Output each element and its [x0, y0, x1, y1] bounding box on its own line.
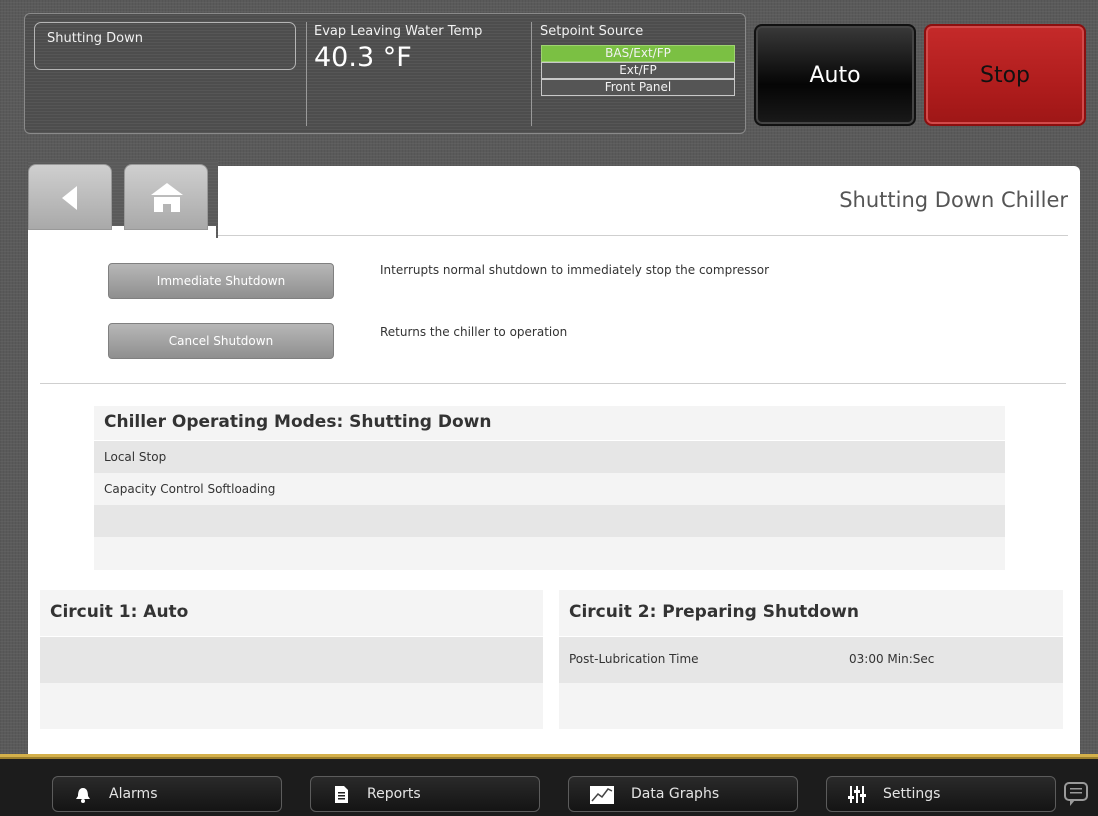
setpoint-option-ext[interactable]: Ext/FP: [541, 62, 735, 79]
sliders-icon: [848, 786, 866, 803]
immediate-shutdown-button[interactable]: Immediate Shutdown: [108, 263, 334, 299]
reports-label: Reports: [367, 786, 421, 802]
evap-temp-label: Evap Leaving Water Temp: [314, 24, 483, 39]
alarms-label: Alarms: [109, 786, 158, 802]
settings-button[interactable]: Settings: [826, 776, 1056, 812]
immediate-shutdown-description: Interrupts normal shutdown to immediatel…: [380, 263, 770, 277]
home-button[interactable]: [124, 164, 208, 230]
cancel-shutdown-button[interactable]: Cancel Shutdown: [108, 323, 334, 359]
mode-row: Capacity Control Softloading: [94, 473, 1005, 505]
setpoint-option-front-panel[interactable]: Front Panel: [541, 79, 735, 96]
settings-label: Settings: [883, 786, 941, 802]
back-arrow-icon: [62, 186, 77, 210]
mode-row: [94, 505, 1005, 537]
setpoint-option-bas[interactable]: BAS/Ext/FP: [541, 45, 735, 62]
divider: [306, 22, 307, 126]
auto-button[interactable]: Auto: [754, 24, 916, 126]
page-title: Shutting Down Chiller: [839, 188, 1068, 212]
circuit-2-header: Circuit 2: Preparing Shutdown: [559, 590, 1063, 636]
document-icon: [335, 786, 348, 803]
operating-modes-header: Chiller Operating Modes: Shutting Down: [94, 406, 1005, 440]
operating-state-box: Shutting Down: [34, 22, 296, 70]
title-divider: [218, 235, 1068, 236]
bell-icon: [76, 788, 90, 803]
alarms-button[interactable]: Alarms: [52, 776, 282, 812]
operating-state-text: Shutting Down: [47, 31, 143, 46]
circuit-2-row: Post-Lubrication Time 03:00 Min:Sec: [559, 637, 1063, 683]
post-lubrication-value: 03:00 Min:Sec: [849, 652, 935, 666]
circuit-1-header: Circuit 1: Auto: [40, 590, 543, 636]
divider: [531, 22, 532, 126]
circuit-1-row: [40, 637, 543, 683]
circuit-1-row: [40, 683, 543, 729]
cancel-shutdown-description: Returns the chiller to operation: [380, 325, 568, 339]
section-divider: [40, 383, 1066, 384]
home-icon: [151, 183, 183, 212]
back-button[interactable]: [28, 164, 112, 230]
mode-row: Local Stop: [94, 441, 1005, 473]
line-graph-icon: [590, 786, 614, 804]
data-graphs-label: Data Graphs: [631, 786, 720, 802]
post-lubrication-label: Post-Lubrication Time: [569, 652, 699, 666]
bottom-nav-bar: Alarms Reports Data Graphs Settings: [0, 754, 1098, 816]
mode-row: [94, 537, 1005, 570]
data-graphs-button[interactable]: Data Graphs: [568, 776, 798, 812]
reports-button[interactable]: Reports: [310, 776, 540, 812]
stop-button[interactable]: Stop: [924, 24, 1086, 126]
setpoint-source-label: Setpoint Source: [540, 24, 644, 39]
chat-bubble-icon[interactable]: [1062, 780, 1090, 808]
circuit-2-row: [559, 683, 1063, 729]
evap-temp-value: 40.3 °F: [314, 42, 412, 73]
